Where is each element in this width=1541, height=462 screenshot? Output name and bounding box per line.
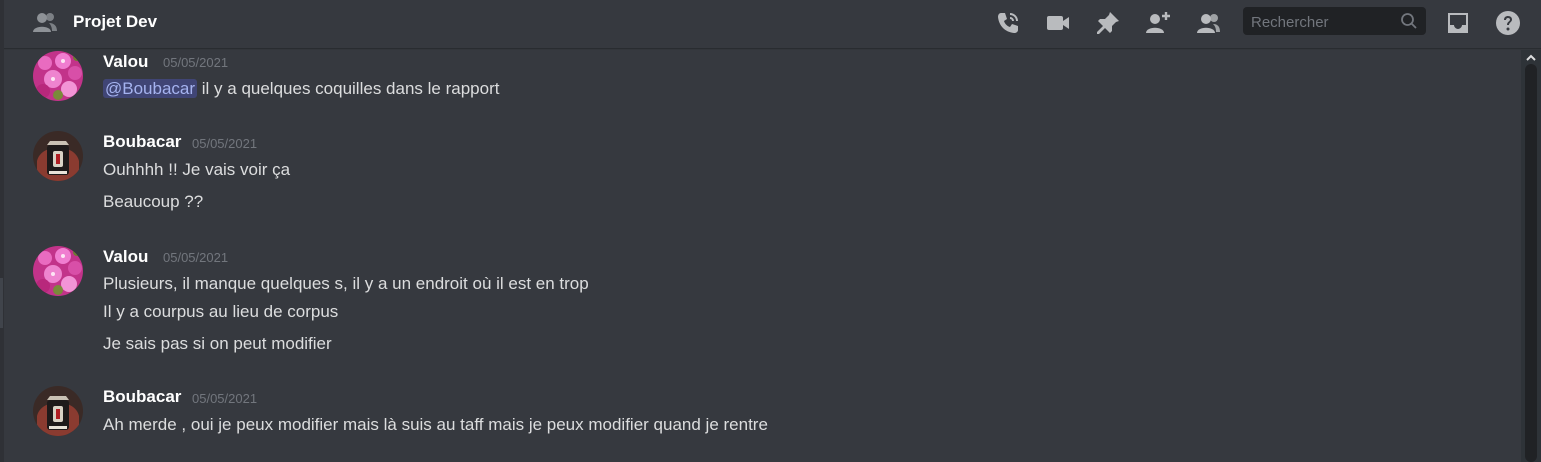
avatar[interactable] xyxy=(33,131,83,181)
user-mention[interactable]: @Boubacar xyxy=(103,79,198,98)
message-content: Ah merde , oui je peux modifier mais là … xyxy=(103,415,768,434)
channel-header: Projet Dev xyxy=(4,0,1541,48)
jersey-avatar-icon xyxy=(33,131,83,181)
voice-call-button[interactable] xyxy=(993,8,1023,38)
pin-icon xyxy=(1097,12,1119,34)
username[interactable]: Boubacar xyxy=(103,387,181,407)
avatar[interactable] xyxy=(33,246,83,296)
message-content: Il y a courpus au lieu de corpus xyxy=(103,302,339,321)
jersey-avatar-icon xyxy=(33,386,83,436)
add-member-icon xyxy=(1146,12,1170,33)
avatar[interactable] xyxy=(33,386,83,436)
sidebar-notch xyxy=(0,278,3,328)
add-member-button[interactable] xyxy=(1143,8,1173,38)
help-button[interactable] xyxy=(1493,8,1523,38)
scrollbar-thumb[interactable] xyxy=(1525,64,1537,462)
search-box[interactable] xyxy=(1243,7,1426,37)
chat-scrollbar[interactable] xyxy=(1521,50,1541,462)
channel-title: Projet Dev xyxy=(73,12,158,31)
message-text: @Boubacar il y a quelques coquilles dans… xyxy=(103,79,499,99)
search-input[interactable] xyxy=(1243,7,1403,37)
group-icon xyxy=(33,13,57,32)
message-content: Ouhhhh !! Je vais voir ça xyxy=(103,160,291,179)
search-icon xyxy=(1401,13,1417,29)
inbox-icon xyxy=(1448,13,1468,33)
video-call-icon xyxy=(1047,16,1069,30)
message-content: Beaucoup ?? xyxy=(103,192,204,211)
flower-avatar-icon xyxy=(33,51,83,101)
voice-call-icon xyxy=(998,13,1018,33)
help-icon xyxy=(1496,11,1520,35)
message-content: Plusieurs, il manque quelques s, il y a … xyxy=(103,274,589,293)
username[interactable]: Boubacar xyxy=(103,132,181,152)
timestamp: 05/05/2021 xyxy=(163,55,229,70)
timestamp: 05/05/2021 xyxy=(192,391,258,406)
member-list-icon xyxy=(1197,14,1220,33)
video-call-button[interactable] xyxy=(1043,8,1073,38)
avatar[interactable] xyxy=(33,51,83,101)
member-list-button[interactable] xyxy=(1193,8,1223,38)
username[interactable]: Valou xyxy=(103,52,148,72)
message-content: Je sais pas si on peut modifier xyxy=(103,334,332,353)
inbox-button[interactable] xyxy=(1443,8,1473,38)
pinned-messages-button[interactable] xyxy=(1093,8,1123,38)
flower-avatar-icon xyxy=(33,246,83,296)
message-content: il y a quelques coquilles dans le rappor… xyxy=(201,79,500,98)
message-list: Valou 05/05/2021 @Boubacar il y a quelqu… xyxy=(4,50,1520,462)
timestamp: 05/05/2021 xyxy=(163,250,229,265)
timestamp: 05/05/2021 xyxy=(192,136,258,151)
username[interactable]: Valou xyxy=(103,247,148,267)
scroll-up-icon[interactable] xyxy=(1525,52,1537,64)
